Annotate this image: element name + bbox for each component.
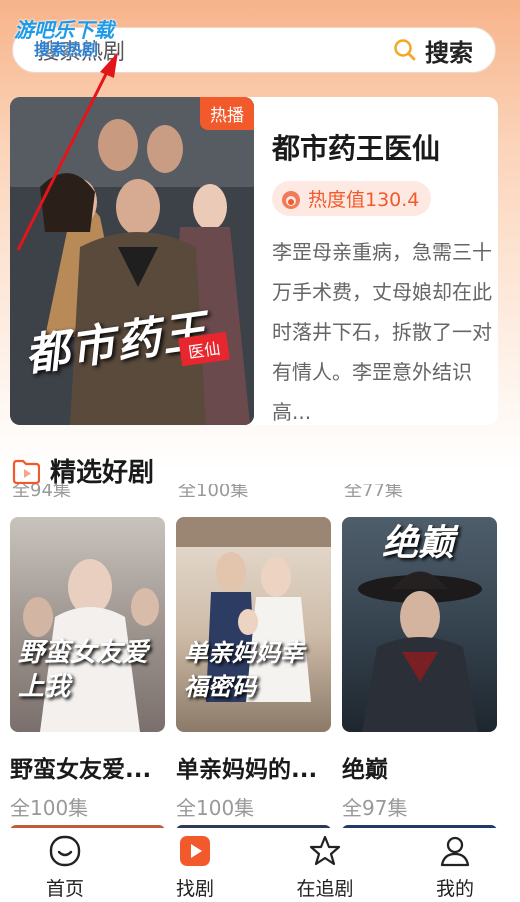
peek-episodes: 全77集 bbox=[344, 484, 403, 501]
drama-episodes: 全100集 bbox=[176, 796, 255, 820]
drama-episodes: 全97集 bbox=[342, 796, 408, 820]
tab-find-drama[interactable]: 找剧 bbox=[130, 828, 260, 902]
poster-title: 野蛮女友爱上我 bbox=[18, 638, 149, 702]
drama-card[interactable]: 野蛮女友爱上我 野蛮女友爱... 全100集 bbox=[10, 517, 165, 821]
folder-play-icon bbox=[12, 459, 40, 484]
featured-description: 李罡母亲重病，急需三十万手术费，丈母娘却在此时落井下石，拆散了一对有情人。李罡意… bbox=[272, 240, 492, 424]
watermark-text: 搜索热剧 bbox=[34, 40, 99, 59]
drama-episodes: 全100集 bbox=[10, 796, 89, 820]
heat-badge: 热度值130.4 bbox=[272, 181, 432, 216]
tab-label: 在追剧 bbox=[296, 877, 354, 900]
poster-title: 单亲妈妈幸福密码 bbox=[184, 639, 304, 701]
search-icon bbox=[394, 39, 416, 61]
drama-poster[interactable]: 单亲妈妈幸福密码 bbox=[176, 517, 331, 732]
heat-value: 热度值130.4 bbox=[308, 189, 420, 211]
play-icon bbox=[180, 835, 210, 866]
drama-title: 单亲妈妈的... bbox=[176, 757, 318, 783]
fire-icon bbox=[282, 190, 300, 209]
featured-title[interactable]: 都市药王医仙 bbox=[272, 127, 498, 167]
drama-card[interactable]: 绝巅 绝巅 全97集 bbox=[342, 517, 497, 821]
bottom-tab-bar: 首页 找剧 在追剧 我的 bbox=[0, 828, 520, 902]
tab-label: 我的 bbox=[435, 877, 474, 900]
hot-badge: 热播 bbox=[200, 97, 254, 130]
tab-label: 首页 bbox=[45, 877, 84, 900]
drama-poster[interactable]: 绝巅 bbox=[342, 517, 497, 732]
drama-poster[interactable]: 野蛮女友爱上我 bbox=[10, 517, 165, 732]
home-icon bbox=[49, 835, 81, 866]
peek-episodes: 全94集 bbox=[12, 484, 71, 501]
tab-following[interactable]: 在追剧 bbox=[260, 828, 390, 902]
peek-episodes: 全100集 bbox=[178, 484, 249, 501]
scroll-peek-row: 全94集 全100集 全77集 bbox=[0, 484, 520, 504]
tab-label: 找剧 bbox=[175, 877, 214, 900]
search-button[interactable]: 搜索 bbox=[393, 33, 473, 68]
poster-title: 绝巅 bbox=[382, 523, 455, 564]
featured-info: 都市药王医仙 热度值130.4 李罡母亲重病，急需三十万手术费，丈母娘却在此时落… bbox=[272, 97, 498, 425]
star-icon bbox=[309, 835, 341, 865]
drama-title: 野蛮女友爱... bbox=[10, 757, 152, 783]
drama-card[interactable]: 单亲妈妈幸福密码 单亲妈妈的... 全100集 bbox=[176, 517, 331, 821]
user-icon bbox=[440, 836, 470, 866]
drama-title: 绝巅 bbox=[342, 757, 388, 783]
tab-home[interactable]: 首页 bbox=[0, 828, 130, 902]
search-button-label: 搜索 bbox=[425, 38, 473, 67]
tab-profile[interactable]: 我的 bbox=[390, 828, 520, 902]
